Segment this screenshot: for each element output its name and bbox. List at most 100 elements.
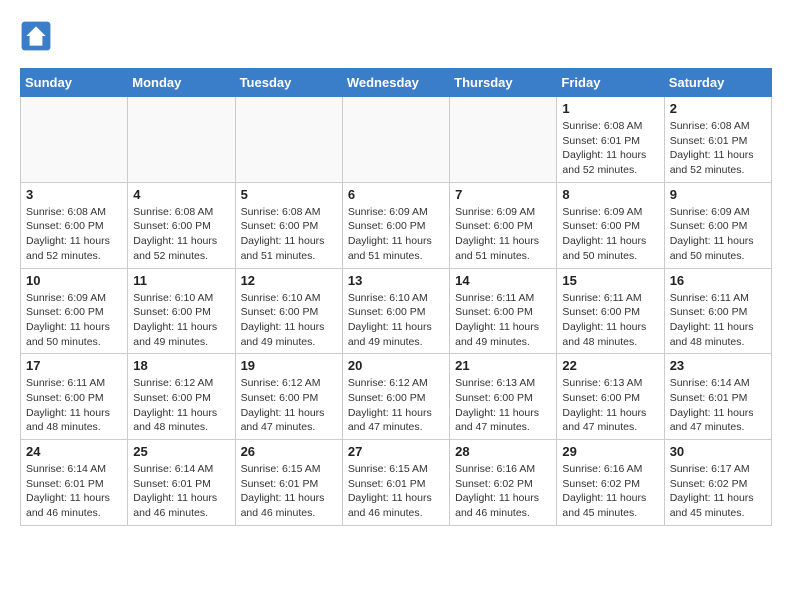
day-info: Sunrise: 6:08 AM Sunset: 6:01 PM Dayligh… xyxy=(670,119,766,178)
calendar-day-cell: 6 Sunrise: 6:09 AM Sunset: 6:00 PM Daylig… xyxy=(342,182,449,268)
day-info: Sunrise: 6:16 AM Sunset: 6:02 PM Dayligh… xyxy=(562,462,658,521)
day-info: Sunrise: 6:09 AM Sunset: 6:00 PM Dayligh… xyxy=(455,205,551,264)
day-info: Sunrise: 6:08 AM Sunset: 6:01 PM Dayligh… xyxy=(562,119,658,178)
day-number: 24 xyxy=(26,444,122,459)
day-info: Sunrise: 6:12 AM Sunset: 6:00 PM Dayligh… xyxy=(241,376,337,435)
day-info: Sunrise: 6:16 AM Sunset: 6:02 PM Dayligh… xyxy=(455,462,551,521)
calendar-day-cell: 13 Sunrise: 6:10 AM Sunset: 6:00 PM Dayli… xyxy=(342,268,449,354)
day-of-week-header: Monday xyxy=(128,69,235,97)
calendar-day-cell: 12Sunrise: 6:10 AM Sunset: 6:00 PM Dayli… xyxy=(235,268,342,354)
calendar-day-cell xyxy=(450,97,557,183)
day-number: 22 xyxy=(562,358,658,373)
calendar-day-cell: 2 Sunrise: 6:08 AM Sunset: 6:01 PM Daylig… xyxy=(664,97,771,183)
calendar-day-cell: 22 Sunrise: 6:13 AM Sunset: 6:00 PM Dayli… xyxy=(557,354,664,440)
day-number: 2 xyxy=(670,101,766,116)
calendar-week-row: 17 Sunrise: 6:11 AM Sunset: 6:00 PM Dayli… xyxy=(21,354,772,440)
calendar-day-cell: 27Sunrise: 6:15 AM Sunset: 6:01 PM Dayli… xyxy=(342,440,449,526)
calendar-week-row: 1 Sunrise: 6:08 AM Sunset: 6:01 PM Daylig… xyxy=(21,97,772,183)
day-info: Sunrise: 6:14 AM Sunset: 6:01 PM Dayligh… xyxy=(670,376,766,435)
calendar-day-cell xyxy=(21,97,128,183)
day-number: 6 xyxy=(348,187,444,202)
day-number: 23 xyxy=(670,358,766,373)
day-number: 25 xyxy=(133,444,229,459)
calendar-day-cell: 19 Sunrise: 6:12 AM Sunset: 6:00 PM Dayli… xyxy=(235,354,342,440)
day-of-week-header: Friday xyxy=(557,69,664,97)
day-info: Sunrise: 6:10 AM Sunset: 6:00 PM Dayligh… xyxy=(348,291,444,350)
day-info: Sunrise: 6:12 AM Sunset: 6:00 PM Dayligh… xyxy=(133,376,229,435)
calendar-table: SundayMondayTuesdayWednesdayThursdayFrid… xyxy=(20,68,772,526)
day-info: Sunrise: 6:09 AM Sunset: 6:00 PM Dayligh… xyxy=(348,205,444,264)
day-info: Sunrise: 6:11 AM Sunset: 6:00 PM Dayligh… xyxy=(455,291,551,350)
calendar-day-cell: 16Sunrise: 6:11 AM Sunset: 6:00 PM Dayli… xyxy=(664,268,771,354)
day-info: Sunrise: 6:08 AM Sunset: 6:00 PM Dayligh… xyxy=(26,205,122,264)
day-number: 19 xyxy=(241,358,337,373)
calendar-header-row: SundayMondayTuesdayWednesdayThursdayFrid… xyxy=(21,69,772,97)
calendar-day-cell: 20 Sunrise: 6:12 AM Sunset: 6:00 PM Dayli… xyxy=(342,354,449,440)
day-number: 8 xyxy=(562,187,658,202)
calendar-day-cell: 9Sunrise: 6:09 AM Sunset: 6:00 PM Daylig… xyxy=(664,182,771,268)
calendar-day-cell xyxy=(235,97,342,183)
day-info: Sunrise: 6:08 AM Sunset: 6:00 PM Dayligh… xyxy=(241,205,337,264)
calendar-day-cell: 14Sunrise: 6:11 AM Sunset: 6:00 PM Dayli… xyxy=(450,268,557,354)
day-info: Sunrise: 6:13 AM Sunset: 6:00 PM Dayligh… xyxy=(562,376,658,435)
calendar-day-cell: 3 Sunrise: 6:08 AM Sunset: 6:00 PM Daylig… xyxy=(21,182,128,268)
day-number: 18 xyxy=(133,358,229,373)
day-number: 15 xyxy=(562,273,658,288)
day-info: Sunrise: 6:08 AM Sunset: 6:00 PM Dayligh… xyxy=(133,205,229,264)
day-number: 20 xyxy=(348,358,444,373)
day-number: 4 xyxy=(133,187,229,202)
day-number: 26 xyxy=(241,444,337,459)
logo xyxy=(20,20,56,52)
calendar-day-cell: 29 Sunrise: 6:16 AM Sunset: 6:02 PM Dayli… xyxy=(557,440,664,526)
calendar-day-cell xyxy=(342,97,449,183)
calendar-week-row: 10 Sunrise: 6:09 AM Sunset: 6:00 PM Dayli… xyxy=(21,268,772,354)
day-number: 28 xyxy=(455,444,551,459)
day-number: 3 xyxy=(26,187,122,202)
calendar-day-cell: 8 Sunrise: 6:09 AM Sunset: 6:00 PM Daylig… xyxy=(557,182,664,268)
day-of-week-header: Tuesday xyxy=(235,69,342,97)
day-info: Sunrise: 6:10 AM Sunset: 6:00 PM Dayligh… xyxy=(133,291,229,350)
day-of-week-header: Wednesday xyxy=(342,69,449,97)
page-header xyxy=(20,20,772,52)
day-number: 13 xyxy=(348,273,444,288)
day-info: Sunrise: 6:10 AM Sunset: 6:00 PM Dayligh… xyxy=(241,291,337,350)
calendar-day-cell: 30Sunrise: 6:17 AM Sunset: 6:02 PM Dayli… xyxy=(664,440,771,526)
calendar-week-row: 3 Sunrise: 6:08 AM Sunset: 6:00 PM Daylig… xyxy=(21,182,772,268)
calendar-day-cell: 25Sunrise: 6:14 AM Sunset: 6:01 PM Dayli… xyxy=(128,440,235,526)
day-number: 1 xyxy=(562,101,658,116)
day-info: Sunrise: 6:12 AM Sunset: 6:00 PM Dayligh… xyxy=(348,376,444,435)
logo-icon xyxy=(20,20,52,52)
day-info: Sunrise: 6:15 AM Sunset: 6:01 PM Dayligh… xyxy=(241,462,337,521)
day-number: 17 xyxy=(26,358,122,373)
day-of-week-header: Sunday xyxy=(21,69,128,97)
calendar-day-cell: 15Sunrise: 6:11 AM Sunset: 6:00 PM Dayli… xyxy=(557,268,664,354)
day-info: Sunrise: 6:14 AM Sunset: 6:01 PM Dayligh… xyxy=(26,462,122,521)
day-info: Sunrise: 6:11 AM Sunset: 6:00 PM Dayligh… xyxy=(26,376,122,435)
day-number: 21 xyxy=(455,358,551,373)
day-info: Sunrise: 6:17 AM Sunset: 6:02 PM Dayligh… xyxy=(670,462,766,521)
calendar-day-cell: 18 Sunrise: 6:12 AM Sunset: 6:00 PM Dayli… xyxy=(128,354,235,440)
calendar-day-cell: 5Sunrise: 6:08 AM Sunset: 6:00 PM Daylig… xyxy=(235,182,342,268)
calendar-week-row: 24 Sunrise: 6:14 AM Sunset: 6:01 PM Dayli… xyxy=(21,440,772,526)
day-number: 27 xyxy=(348,444,444,459)
calendar-day-cell: 24 Sunrise: 6:14 AM Sunset: 6:01 PM Dayli… xyxy=(21,440,128,526)
calendar-day-cell: 23 Sunrise: 6:14 AM Sunset: 6:01 PM Dayli… xyxy=(664,354,771,440)
day-number: 29 xyxy=(562,444,658,459)
day-info: Sunrise: 6:09 AM Sunset: 6:00 PM Dayligh… xyxy=(562,205,658,264)
calendar-day-cell: 4 Sunrise: 6:08 AM Sunset: 6:00 PM Daylig… xyxy=(128,182,235,268)
calendar-day-cell: 7 Sunrise: 6:09 AM Sunset: 6:00 PM Daylig… xyxy=(450,182,557,268)
day-info: Sunrise: 6:09 AM Sunset: 6:00 PM Dayligh… xyxy=(670,205,766,264)
calendar-day-cell: 1 Sunrise: 6:08 AM Sunset: 6:01 PM Daylig… xyxy=(557,97,664,183)
calendar-day-cell: 11Sunrise: 6:10 AM Sunset: 6:00 PM Dayli… xyxy=(128,268,235,354)
calendar-day-cell: 10 Sunrise: 6:09 AM Sunset: 6:00 PM Dayli… xyxy=(21,268,128,354)
day-of-week-header: Thursday xyxy=(450,69,557,97)
day-number: 10 xyxy=(26,273,122,288)
day-number: 7 xyxy=(455,187,551,202)
calendar-day-cell xyxy=(128,97,235,183)
calendar-day-cell: 17 Sunrise: 6:11 AM Sunset: 6:00 PM Dayli… xyxy=(21,354,128,440)
day-of-week-header: Saturday xyxy=(664,69,771,97)
calendar-day-cell: 26 Sunrise: 6:15 AM Sunset: 6:01 PM Dayli… xyxy=(235,440,342,526)
day-number: 16 xyxy=(670,273,766,288)
day-info: Sunrise: 6:13 AM Sunset: 6:00 PM Dayligh… xyxy=(455,376,551,435)
day-info: Sunrise: 6:09 AM Sunset: 6:00 PM Dayligh… xyxy=(26,291,122,350)
